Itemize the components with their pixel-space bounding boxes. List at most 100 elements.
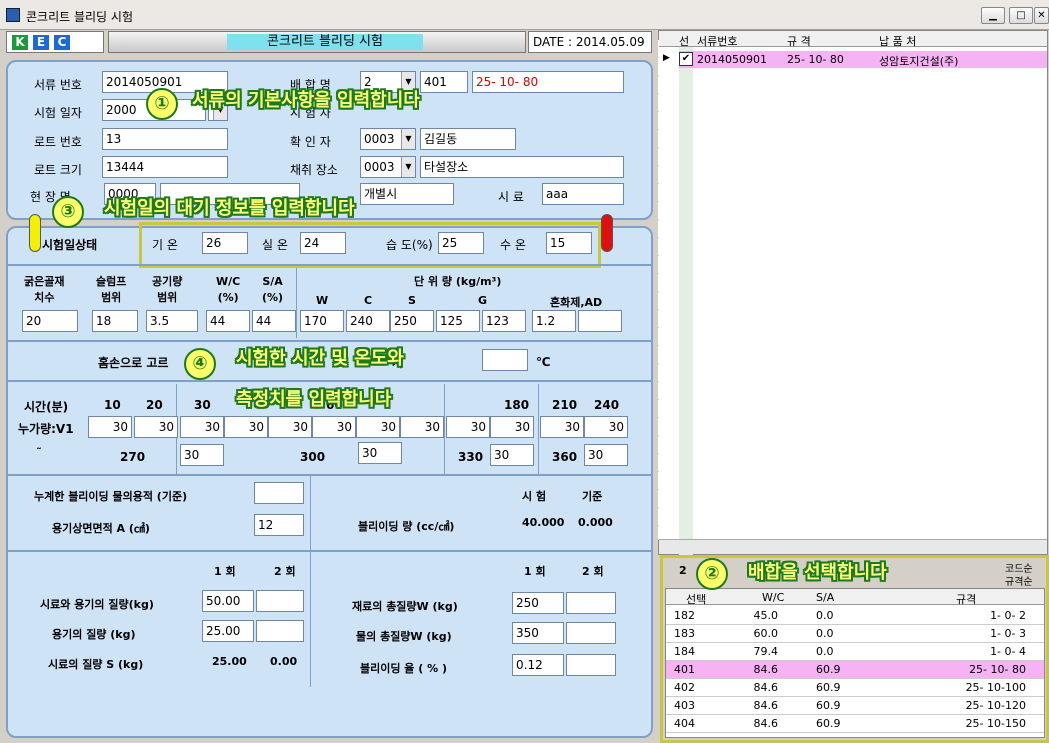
table-row[interactable]: 401 84.6 60.9 25- 10- 80 xyxy=(666,661,1044,679)
sample-container-input[interactable]: 50.00 xyxy=(202,590,254,612)
table-row[interactable]: 402 84.6 60.9 25- 10-100 xyxy=(666,679,1044,697)
sort-by-spec-option[interactable]: 규격순 xyxy=(1005,573,1033,588)
mix-cell-wc: 84.6 xyxy=(753,681,779,694)
measure-input[interactable]: 30 xyxy=(88,416,132,438)
place-name-input[interactable]: 타설장소 xyxy=(420,156,624,178)
annotation-4-badge: ④ xyxy=(184,348,216,380)
unit-ad2-input[interactable] xyxy=(578,310,622,332)
grid-scrollbar[interactable] xyxy=(659,539,1047,554)
mix-col-sa[interactable]: S/A xyxy=(816,591,834,604)
mix-tab[interactable]: 2 xyxy=(679,564,687,577)
humidity-input[interactable]: 25 xyxy=(438,232,484,254)
weather-label: 시험일상태 xyxy=(42,238,98,252)
container-input-2[interactable] xyxy=(256,620,304,642)
col-select[interactable]: 선 xyxy=(679,33,689,49)
divider xyxy=(444,384,445,474)
measure-input[interactable]: 30 xyxy=(312,416,356,438)
divider xyxy=(310,552,311,687)
place-code-combo[interactable]: 0003 ▼ xyxy=(360,156,416,178)
cum-volume-input[interactable] xyxy=(254,482,304,504)
measure-input[interactable]: 30 xyxy=(400,416,444,438)
unit-s-input[interactable]: 250 xyxy=(390,310,434,332)
mix-air-input[interactable]: 3.5 xyxy=(146,310,198,332)
measure-input[interactable]: 30 xyxy=(540,416,584,438)
mix-grid[interactable]: 선택 W/C S/A 규격 182 45.0 0.0 1- 0- 2 183 60.0 0.… xyxy=(665,588,1045,738)
table-row[interactable]: 404 84.6 60.9 25- 10-150 xyxy=(666,715,1044,733)
measure-input[interactable]: 30 xyxy=(180,444,224,466)
unit-g2-input[interactable]: 123 xyxy=(482,310,526,332)
water-total-label: 물의 총질량W (kg) xyxy=(356,630,452,643)
mix-cell-wc: 60.0 xyxy=(753,627,779,640)
mix-sa-input[interactable]: 44 xyxy=(252,310,296,332)
bleed-rate-input[interactable]: 0.12 xyxy=(512,654,564,676)
unit-g1-input[interactable]: 125 xyxy=(436,310,480,332)
close-button[interactable]: ✕ xyxy=(1034,7,1049,24)
measure-input[interactable]: 30 xyxy=(224,416,268,438)
checker-code-combo[interactable]: 0003 ▼ xyxy=(360,128,416,150)
document-list-grid[interactable]: 선 서류번호 규 격 납 품 처 ✔ 2014050901 25- 10- 80… xyxy=(658,30,1048,572)
mix-cell-wc: 84.6 xyxy=(753,699,779,712)
annotation-3-badge: ③ xyxy=(52,196,84,228)
water-total-input[interactable]: 350 xyxy=(512,622,564,644)
table-row[interactable]: 182 45.0 0.0 1- 0- 2 xyxy=(666,607,1044,625)
mix-cell-wc: 84.6 xyxy=(753,663,779,676)
mix-val-input[interactable]: 401 xyxy=(420,71,468,93)
unit-header-c: C xyxy=(364,294,373,307)
mix-header-slump: 슬럼프 범위 xyxy=(96,274,126,306)
container-input[interactable]: 25.00 xyxy=(202,620,254,642)
sample-input[interactable]: aaa xyxy=(542,183,624,205)
row-checkbox[interactable]: ✔ xyxy=(679,52,693,66)
table-row[interactable]: ✔ 2014050901 25- 10- 80 성암토지건설(주) xyxy=(679,51,1047,68)
sample-container-input-2[interactable] xyxy=(256,590,304,612)
mix-cell-wc: 84.6 xyxy=(753,717,779,730)
minimize-button[interactable]: ▁ xyxy=(981,7,1005,24)
mix-col-select[interactable]: 선택 xyxy=(686,591,706,607)
col-spec[interactable]: 규 격 xyxy=(787,33,811,49)
material-total-input[interactable]: 250 xyxy=(512,592,564,614)
room-temp-input[interactable]: 24 xyxy=(300,232,346,254)
measure-input[interactable]: 30 xyxy=(584,416,628,438)
measure-input[interactable]: 30 xyxy=(446,416,490,438)
mix-header-air-line2: 범위 xyxy=(157,291,178,304)
material-total-input-2[interactable] xyxy=(566,592,616,614)
place-label: 채취 장소 xyxy=(290,163,338,177)
water-temp-input[interactable]: 15 xyxy=(546,232,592,254)
water-total-input-2[interactable] xyxy=(566,622,616,644)
measure-input[interactable]: 30 xyxy=(584,444,628,466)
table-row[interactable]: 184 79.4 0.0 1- 0- 4 xyxy=(666,643,1044,661)
cumulative-label: 누가량:V1 xyxy=(18,422,74,436)
mix-spec-input[interactable]: 25- 10- 80 xyxy=(472,71,624,93)
annotation-4-text-line1: 시험한 시간 및 온도와 xyxy=(236,348,404,369)
measure-input[interactable]: 30 xyxy=(490,416,534,438)
measure-input[interactable]: 30 xyxy=(490,444,534,466)
measure-input[interactable]: 30 xyxy=(358,442,402,464)
lot-size-input[interactable]: 13444 xyxy=(102,156,228,178)
checker-name-input[interactable]: 김길동 xyxy=(420,128,516,150)
mix-col-spec[interactable]: 규격 xyxy=(956,591,976,607)
table-row[interactable]: 183 60.0 0.0 1- 0- 3 xyxy=(666,625,1044,643)
mix-slump-input[interactable]: 18 xyxy=(92,310,138,332)
mix-agg-input[interactable]: 20 xyxy=(22,310,78,332)
col-client[interactable]: 납 품 처 xyxy=(879,33,916,49)
unit-ad1-input[interactable]: 1.2 xyxy=(532,310,576,332)
bleed-rate-input-2[interactable] xyxy=(566,654,616,676)
mix-col-wc[interactable]: W/C xyxy=(762,591,784,604)
unit-c-input[interactable]: 240 xyxy=(346,310,390,332)
maximize-button[interactable]: □ xyxy=(1009,7,1033,24)
form-title: 콘크리트 블리딩 시험 xyxy=(227,34,423,50)
extra-input[interactable]: 개별시 xyxy=(360,183,454,205)
mix-grid-header xyxy=(666,589,1044,605)
lot-no-input[interactable]: 13 xyxy=(102,128,228,150)
unit-w-input[interactable]: 170 xyxy=(300,310,344,332)
table-row[interactable]: 403 84.6 60.9 25- 10-120 xyxy=(666,697,1044,715)
col-doc-no[interactable]: 서류번호 xyxy=(697,33,737,49)
measure-input[interactable]: 30 xyxy=(180,416,224,438)
measure-input[interactable]: 30 xyxy=(268,416,312,438)
mix-wc-input[interactable]: 44 xyxy=(206,310,250,332)
measure-input[interactable]: 30 xyxy=(134,416,178,438)
mix-cell-spec: 25- 10-150 xyxy=(965,717,1026,730)
area-input[interactable]: 12 xyxy=(254,514,304,536)
measure-input[interactable]: 30 xyxy=(356,416,400,438)
temp-input[interactable]: 26 xyxy=(202,232,248,254)
timing-temp-input[interactable] xyxy=(482,349,528,371)
